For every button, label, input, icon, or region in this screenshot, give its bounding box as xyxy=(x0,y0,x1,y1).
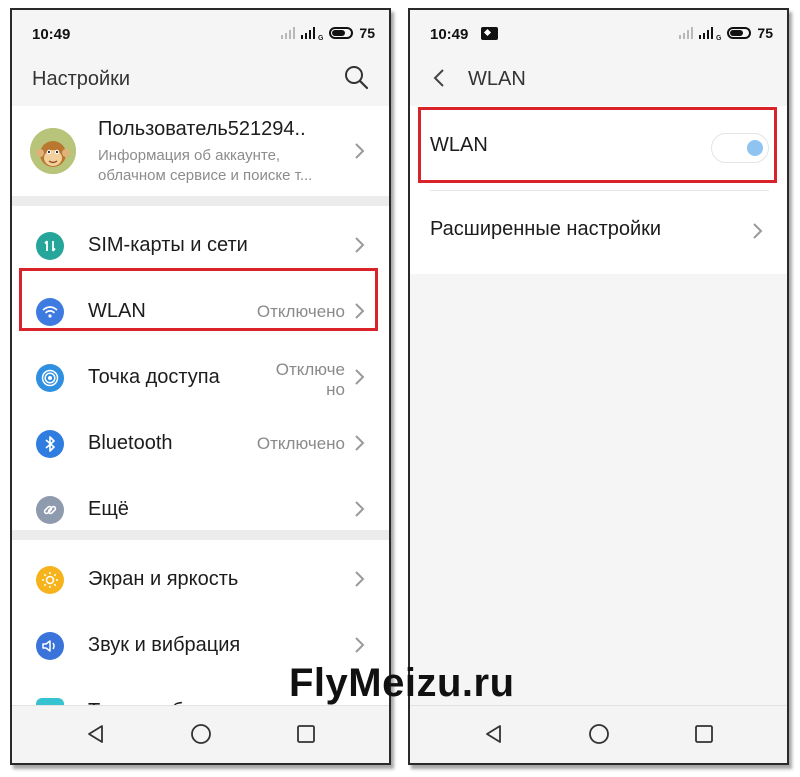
status-time: 10:49 xyxy=(32,26,71,43)
avatar xyxy=(30,128,76,174)
settings-item-value: Отключено xyxy=(256,434,345,453)
settings-header: Настройки xyxy=(12,50,389,106)
back-arrow-icon[interactable] xyxy=(428,66,450,90)
chevron-right-icon xyxy=(355,143,365,159)
advanced-settings-row[interactable]: Расширенные настройки xyxy=(410,190,787,274)
settings-item-hotspot[interactable]: Точка доступа Отключе но xyxy=(12,344,389,410)
settings-item-value-line2: но xyxy=(326,380,345,399)
account-description-line2: облачном сервисе и поиске т... xyxy=(98,167,313,184)
section-divider xyxy=(12,530,389,540)
settings-screen: 10:49 G 75 Настройки Пользователь521294.… xyxy=(10,8,391,765)
wlan-toggle-highlight-box xyxy=(418,107,777,183)
bluetooth-icon xyxy=(36,430,64,458)
link-icon xyxy=(36,496,64,524)
sim-cards-icon xyxy=(36,232,64,260)
advanced-settings-label: Расширенные настройки xyxy=(430,218,662,240)
signal-sim1-icon xyxy=(698,27,713,39)
battery-level: 75 xyxy=(757,25,773,41)
chevron-right-icon xyxy=(355,369,365,385)
network-type-icon: G xyxy=(317,35,324,42)
brightness-icon xyxy=(36,566,64,594)
home-nav-icon[interactable] xyxy=(189,722,213,746)
status-icons: G 75 xyxy=(678,24,773,42)
account-description: Информация об аккаунте, облачном сервисе… xyxy=(98,146,312,186)
chevron-right-icon xyxy=(355,501,365,517)
chevron-right-icon xyxy=(355,237,365,253)
battery-icon xyxy=(329,27,354,39)
settings-item-label: SIM-карты и сети xyxy=(88,234,248,256)
status-time: 10:49 xyxy=(430,26,469,43)
settings-item-label: Звук и вибрация xyxy=(88,634,241,656)
page-title: WLAN xyxy=(468,68,526,90)
battery-icon xyxy=(727,27,752,39)
settings-item-value: Отключе но xyxy=(276,360,345,400)
section-divider xyxy=(12,196,389,206)
chevron-right-icon xyxy=(355,435,365,451)
battery-level: 75 xyxy=(359,25,375,41)
site-watermark: FlyMeizu.ru xyxy=(289,661,515,705)
wlan-highlight-box xyxy=(19,268,378,331)
search-icon[interactable] xyxy=(343,64,369,90)
status-icons: G 75 xyxy=(280,24,375,42)
network-type-icon: G xyxy=(715,35,722,42)
chevron-right-icon xyxy=(355,637,365,653)
hotspot-icon xyxy=(36,364,64,392)
settings-item-label: Точка доступа xyxy=(88,366,220,388)
signal-sim2-icon xyxy=(280,27,295,39)
signal-sim2-icon xyxy=(678,27,693,39)
connectivity-section: SIM-карты и сети WLAN Отключено Точка до… xyxy=(12,206,389,530)
home-nav-icon[interactable] xyxy=(587,722,611,746)
settings-item-bluetooth[interactable]: Bluetooth Отключено xyxy=(12,410,389,476)
back-nav-icon[interactable] xyxy=(84,722,108,746)
chevron-right-icon xyxy=(355,571,365,587)
account-profile-row[interactable]: Пользователь521294.. Информация об аккау… xyxy=(12,106,389,196)
signal-sim1-icon xyxy=(300,27,315,39)
account-name: Пользователь521294.. xyxy=(98,118,306,140)
chevron-right-icon xyxy=(753,223,763,239)
settings-item-label: Ещё xyxy=(88,498,129,520)
settings-item-display[interactable]: Экран и яркость xyxy=(12,546,389,612)
settings-item-label: Bluetooth xyxy=(88,432,173,454)
notification-icon xyxy=(481,27,498,40)
status-bar: 10:49 G 75 xyxy=(12,10,389,50)
settings-item-value-line1: Отключе xyxy=(275,360,345,379)
page-title: Настройки xyxy=(32,68,131,90)
status-bar: 10:49 G 75 xyxy=(410,10,787,50)
recents-nav-icon[interactable] xyxy=(692,722,716,746)
account-description-line1: Информация об аккаунте, xyxy=(98,147,281,164)
recents-nav-icon[interactable] xyxy=(294,722,318,746)
back-nav-icon[interactable] xyxy=(482,722,506,746)
navigation-bar xyxy=(12,705,389,763)
sound-icon xyxy=(36,632,64,660)
wlan-screen: 10:49 G 75 WLAN WLAN Расширенные настрой… xyxy=(408,8,789,765)
wlan-header: WLAN xyxy=(410,50,787,108)
settings-item-label: Экран и яркость xyxy=(88,568,239,590)
navigation-bar xyxy=(410,705,787,763)
